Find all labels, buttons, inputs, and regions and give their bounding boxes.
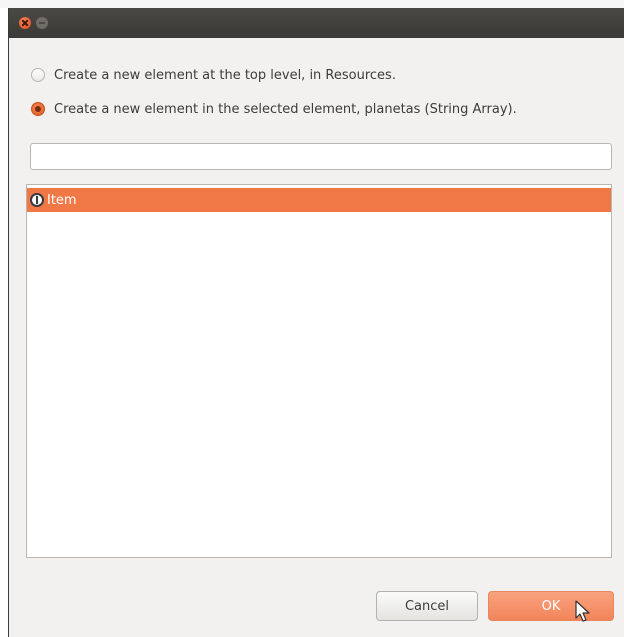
cancel-button[interactable]: Cancel [376, 591, 478, 621]
title-bar[interactable] [9, 8, 624, 38]
list-item[interactable]: Item [27, 188, 611, 212]
ok-button[interactable]: OK [488, 591, 614, 621]
radio-selected-element-label: Create a new element in the selected ele… [54, 101, 517, 117]
element-type-list[interactable]: Item [26, 184, 612, 558]
info-icon [30, 193, 44, 207]
radio-selected-element-option[interactable]: Create a new element in the selected ele… [31, 99, 517, 119]
mouse-pointer-icon [575, 600, 590, 622]
close-window-icon[interactable] [19, 17, 31, 29]
dialog-window: Create a new element at the top level, i… [8, 8, 624, 637]
radio-top-level-label: Create a new element at the top level, i… [54, 67, 396, 83]
radio-button-checked-icon[interactable] [31, 102, 45, 116]
page: Create a new element at the top level, i… [0, 0, 624, 637]
filter-input[interactable] [30, 143, 612, 170]
list-item-label: Item [47, 192, 77, 208]
minimize-window-icon[interactable] [36, 17, 48, 29]
radio-button-unchecked-icon[interactable] [31, 68, 45, 82]
background-window-edge [0, 0, 624, 8]
radio-top-level-option[interactable]: Create a new element at the top level, i… [31, 65, 396, 85]
